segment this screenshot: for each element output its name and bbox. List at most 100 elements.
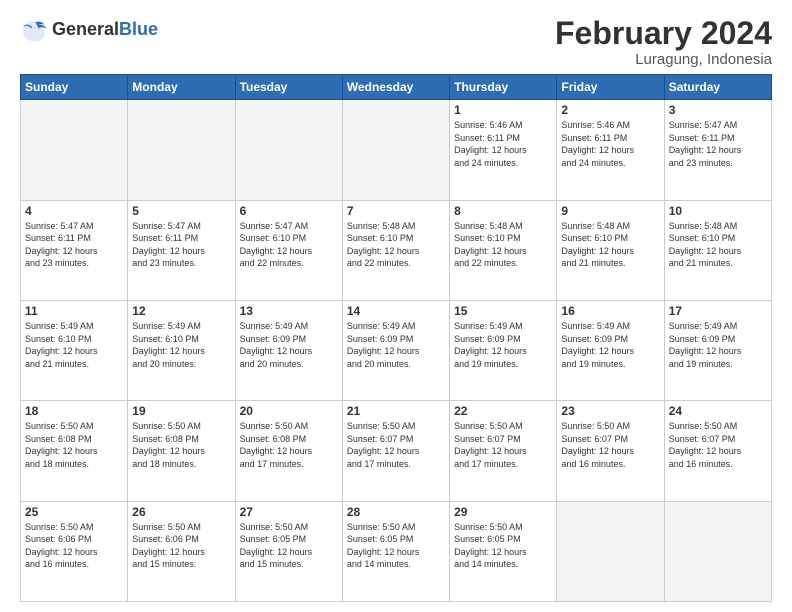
- day-cell: 1 Sunrise: 5:46 AM Sunset: 6:11 PM Daylig…: [450, 100, 557, 200]
- day-number: 26: [132, 505, 230, 519]
- day-info: Sunrise: 5:50 AM Sunset: 6:07 PM Dayligh…: [454, 420, 552, 470]
- day-cell: 18 Sunrise: 5:50 AM Sunset: 6:08 PM Dayli…: [21, 401, 128, 501]
- day-info: Sunrise: 5:49 AM Sunset: 6:10 PM Dayligh…: [25, 320, 123, 370]
- day-number: 7: [347, 204, 445, 218]
- day-number: 3: [669, 103, 767, 117]
- day-number: 22: [454, 404, 552, 418]
- day-info: Sunrise: 5:48 AM Sunset: 6:10 PM Dayligh…: [561, 220, 659, 270]
- day-number: 28: [347, 505, 445, 519]
- day-cell: 8 Sunrise: 5:48 AM Sunset: 6:10 PM Daylig…: [450, 200, 557, 300]
- day-number: 13: [240, 304, 338, 318]
- day-cell: [557, 501, 664, 601]
- day-number: 24: [669, 404, 767, 418]
- day-number: 6: [240, 204, 338, 218]
- day-cell: 24 Sunrise: 5:50 AM Sunset: 6:07 PM Dayli…: [664, 401, 771, 501]
- day-cell: 21 Sunrise: 5:50 AM Sunset: 6:07 PM Dayli…: [342, 401, 449, 501]
- day-cell: 22 Sunrise: 5:50 AM Sunset: 6:07 PM Dayli…: [450, 401, 557, 501]
- day-cell: 26 Sunrise: 5:50 AM Sunset: 6:06 PM Dayli…: [128, 501, 235, 601]
- day-number: 10: [669, 204, 767, 218]
- day-cell: 9 Sunrise: 5:48 AM Sunset: 6:10 PM Daylig…: [557, 200, 664, 300]
- day-cell: 6 Sunrise: 5:47 AM Sunset: 6:10 PM Daylig…: [235, 200, 342, 300]
- week-row-1: 1 Sunrise: 5:46 AM Sunset: 6:11 PM Daylig…: [21, 100, 772, 200]
- day-info: Sunrise: 5:50 AM Sunset: 6:08 PM Dayligh…: [25, 420, 123, 470]
- logo-icon: [20, 16, 48, 44]
- day-info: Sunrise: 5:46 AM Sunset: 6:11 PM Dayligh…: [454, 119, 552, 169]
- day-info: Sunrise: 5:50 AM Sunset: 6:08 PM Dayligh…: [132, 420, 230, 470]
- day-info: Sunrise: 5:47 AM Sunset: 6:11 PM Dayligh…: [132, 220, 230, 270]
- day-number: 5: [132, 204, 230, 218]
- day-number: 16: [561, 304, 659, 318]
- day-cell: [342, 100, 449, 200]
- day-cell: 3 Sunrise: 5:47 AM Sunset: 6:11 PM Daylig…: [664, 100, 771, 200]
- header: GeneralBlue February 2024 Luragung, Indo…: [20, 16, 772, 68]
- day-number: 9: [561, 204, 659, 218]
- day-info: Sunrise: 5:49 AM Sunset: 6:09 PM Dayligh…: [561, 320, 659, 370]
- day-number: 12: [132, 304, 230, 318]
- logo-general: GeneralBlue: [52, 20, 158, 40]
- day-info: Sunrise: 5:49 AM Sunset: 6:10 PM Dayligh…: [132, 320, 230, 370]
- week-row-4: 18 Sunrise: 5:50 AM Sunset: 6:08 PM Dayli…: [21, 401, 772, 501]
- day-info: Sunrise: 5:50 AM Sunset: 6:06 PM Dayligh…: [132, 521, 230, 571]
- title-block: February 2024 Luragung, Indonesia: [555, 16, 772, 68]
- day-info: Sunrise: 5:50 AM Sunset: 6:08 PM Dayligh…: [240, 420, 338, 470]
- day-number: 29: [454, 505, 552, 519]
- logo-text: GeneralBlue: [52, 20, 158, 40]
- day-info: Sunrise: 5:50 AM Sunset: 6:07 PM Dayligh…: [669, 420, 767, 470]
- day-cell: 20 Sunrise: 5:50 AM Sunset: 6:08 PM Dayli…: [235, 401, 342, 501]
- day-number: 14: [347, 304, 445, 318]
- weekday-sunday: Sunday: [21, 75, 128, 100]
- weekday-monday: Monday: [128, 75, 235, 100]
- day-cell: 7Sunrise: 5:48 AM Sunset: 6:10 PM Daylig…: [342, 200, 449, 300]
- day-info: Sunrise: 5:48 AM Sunset: 6:10 PM Dayligh…: [454, 220, 552, 270]
- weekday-header-row: SundayMondayTuesdayWednesdayThursdayFrid…: [21, 75, 772, 100]
- day-cell: 4Sunrise: 5:47 AM Sunset: 6:11 PM Daylig…: [21, 200, 128, 300]
- day-cell: 2 Sunrise: 5:46 AM Sunset: 6:11 PM Daylig…: [557, 100, 664, 200]
- day-cell: 15Sunrise: 5:49 AM Sunset: 6:09 PM Dayli…: [450, 300, 557, 400]
- day-info: Sunrise: 5:50 AM Sunset: 6:05 PM Dayligh…: [454, 521, 552, 571]
- calendar: SundayMondayTuesdayWednesdayThursdayFrid…: [20, 74, 772, 602]
- day-info: Sunrise: 5:50 AM Sunset: 6:07 PM Dayligh…: [561, 420, 659, 470]
- day-number: 1: [454, 103, 552, 117]
- day-info: Sunrise: 5:47 AM Sunset: 6:11 PM Dayligh…: [669, 119, 767, 169]
- day-number: 21: [347, 404, 445, 418]
- day-number: 25: [25, 505, 123, 519]
- day-cell: 23 Sunrise: 5:50 AM Sunset: 6:07 PM Dayli…: [557, 401, 664, 501]
- day-info: Sunrise: 5:49 AM Sunset: 6:09 PM Dayligh…: [454, 320, 552, 370]
- day-number: 20: [240, 404, 338, 418]
- day-info: Sunrise: 5:50 AM Sunset: 6:07 PM Dayligh…: [347, 420, 445, 470]
- day-info: Sunrise: 5:48 AM Sunset: 6:10 PM Dayligh…: [669, 220, 767, 270]
- day-cell: 11 Sunrise: 5:49 AM Sunset: 6:10 PM Dayli…: [21, 300, 128, 400]
- day-cell: 10 Sunrise: 5:48 AM Sunset: 6:10 PM Dayli…: [664, 200, 771, 300]
- day-cell: [235, 100, 342, 200]
- weekday-friday: Friday: [557, 75, 664, 100]
- location: Luragung, Indonesia: [555, 51, 772, 68]
- logo: GeneralBlue: [20, 16, 158, 44]
- weekday-saturday: Saturday: [664, 75, 771, 100]
- day-cell: 28Sunrise: 5:50 AM Sunset: 6:05 PM Dayli…: [342, 501, 449, 601]
- day-info: Sunrise: 5:50 AM Sunset: 6:06 PM Dayligh…: [25, 521, 123, 571]
- weekday-wednesday: Wednesday: [342, 75, 449, 100]
- day-number: 23: [561, 404, 659, 418]
- day-number: 17: [669, 304, 767, 318]
- day-cell: 29 Sunrise: 5:50 AM Sunset: 6:05 PM Dayli…: [450, 501, 557, 601]
- day-info: Sunrise: 5:47 AM Sunset: 6:10 PM Dayligh…: [240, 220, 338, 270]
- day-cell: 14Sunrise: 5:49 AM Sunset: 6:09 PM Dayli…: [342, 300, 449, 400]
- day-cell: 17Sunrise: 5:49 AM Sunset: 6:09 PM Dayli…: [664, 300, 771, 400]
- weekday-tuesday: Tuesday: [235, 75, 342, 100]
- day-cell: 19 Sunrise: 5:50 AM Sunset: 6:08 PM Dayli…: [128, 401, 235, 501]
- day-cell: 5 Sunrise: 5:47 AM Sunset: 6:11 PM Daylig…: [128, 200, 235, 300]
- day-number: 11: [25, 304, 123, 318]
- day-number: 2: [561, 103, 659, 117]
- day-number: 18: [25, 404, 123, 418]
- day-number: 8: [454, 204, 552, 218]
- day-info: Sunrise: 5:46 AM Sunset: 6:11 PM Dayligh…: [561, 119, 659, 169]
- page: GeneralBlue February 2024 Luragung, Indo…: [0, 0, 792, 612]
- week-row-5: 25 Sunrise: 5:50 AM Sunset: 6:06 PM Dayli…: [21, 501, 772, 601]
- day-cell: 27Sunrise: 5:50 AM Sunset: 6:05 PM Dayli…: [235, 501, 342, 601]
- day-number: 4: [25, 204, 123, 218]
- day-cell: [664, 501, 771, 601]
- week-row-3: 11 Sunrise: 5:49 AM Sunset: 6:10 PM Dayli…: [21, 300, 772, 400]
- day-cell: 12 Sunrise: 5:49 AM Sunset: 6:10 PM Dayli…: [128, 300, 235, 400]
- day-number: 19: [132, 404, 230, 418]
- week-row-2: 4 Sunrise: 5:47 AM Sunset: 6:11 PM Daylig…: [21, 200, 772, 300]
